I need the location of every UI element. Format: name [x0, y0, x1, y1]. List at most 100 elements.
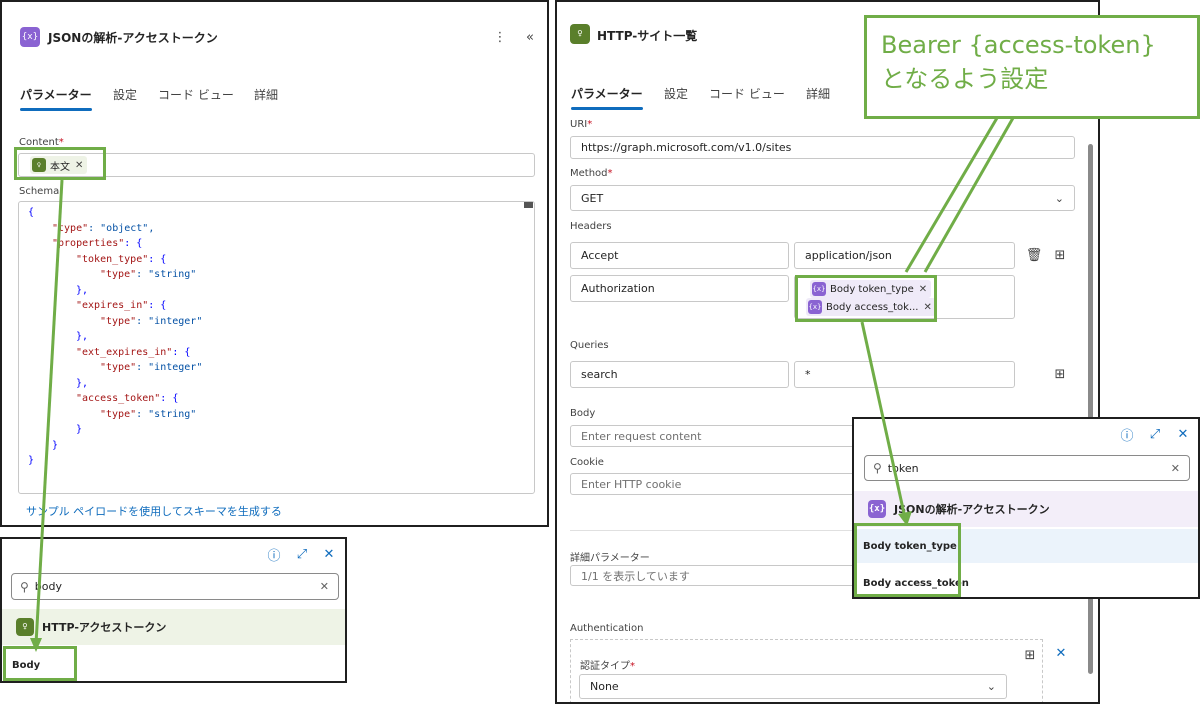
schema-line: } — [28, 438, 202, 454]
method-label: Method* — [570, 168, 613, 179]
highlight-auth-chips — [795, 275, 937, 322]
panel-title: JSONの解析-アクセストークン — [48, 31, 218, 45]
query-key-input[interactable]: search — [570, 361, 789, 388]
schema-value: : "string" — [136, 269, 197, 280]
schema-value: : { — [148, 253, 167, 265]
active-tab-indicator — [20, 108, 92, 111]
add-row-icon[interactable]: ⊞ — [1020, 645, 1040, 665]
close-icon[interactable]: ✕ — [320, 545, 338, 563]
schema-line: } — [28, 422, 202, 438]
search-input[interactable]: ⚲ token ✕ — [864, 455, 1190, 481]
authentication-label: Authentication — [570, 623, 644, 634]
http-action-icon: ♀ — [16, 618, 34, 636]
method-value: GET — [581, 191, 604, 205]
group-label: HTTP-アクセストークン — [42, 621, 167, 634]
schema-line: "properties": { — [28, 236, 202, 252]
info-icon[interactable]: ⓘ — [1118, 425, 1136, 444]
schema-value: } — [28, 455, 35, 466]
queries-label: Queries — [570, 340, 609, 351]
header-value-input[interactable]: application/json — [794, 242, 1015, 269]
annotation-callout: Bearer {access-token} となるよう設定 — [864, 15, 1200, 119]
schema-value: : "integer" — [136, 362, 203, 373]
highlight-body-item — [3, 646, 77, 681]
tab-code-view[interactable]: コード ビュー — [709, 85, 785, 102]
schema-value: } — [52, 439, 59, 451]
search-input[interactable]: ⚲ body ✕ — [11, 573, 339, 600]
schema-line: "type": "integer" — [28, 314, 202, 330]
chevron-down-icon: ⌄ — [986, 680, 996, 693]
schema-line: "access_token": { — [28, 391, 202, 407]
schema-line: "token_type": { — [28, 252, 202, 268]
schema-line: "type": "string" — [28, 407, 202, 423]
clear-search-icon[interactable]: ✕ — [320, 580, 329, 593]
tab-code-view[interactable]: コード ビュー — [158, 86, 234, 103]
schema-value: : { — [148, 300, 167, 311]
schema-line: }, — [28, 283, 202, 299]
more-options-icon[interactable]: ⋮ — [492, 27, 508, 47]
uri-input[interactable]: https://graph.microsoft.com/v1.0/sites — [570, 136, 1075, 159]
tab-settings[interactable]: 設定 — [113, 86, 137, 103]
schema-value: }, — [76, 284, 89, 296]
expand-icon[interactable]: ⤢ — [1146, 425, 1164, 443]
schema-line: }, — [28, 376, 202, 392]
schema-key: "type" — [100, 315, 137, 327]
tab-settings[interactable]: 設定 — [664, 85, 688, 102]
schema-key: "expires_in" — [76, 300, 149, 311]
body-placeholder: Enter request content — [581, 429, 702, 443]
schema-key: "type" — [100, 408, 137, 420]
auth-type-label: 認証タイプ* — [580, 661, 635, 672]
result-group-header: ♀ HTTP-アクセストークン — [2, 609, 345, 645]
highlight-content-chip — [14, 147, 106, 180]
schema-key: "type" — [52, 222, 89, 234]
add-row-icon[interactable]: ⊞ — [1050, 245, 1070, 265]
parse-json-panel: {x} JSONの解析-アクセストークン ⋮ « パラメーター 設定 コード ビ… — [0, 0, 549, 527]
result-group-header: {x} JSONの解析-アクセストークン — [854, 491, 1198, 527]
schema-line: } — [28, 453, 202, 469]
auth-type-value: None — [590, 680, 619, 693]
query-value-input[interactable]: * — [794, 361, 1015, 388]
header-key-input[interactable]: Authorization — [570, 275, 789, 302]
schema-key: "type" — [100, 269, 137, 280]
advanced-parameters-value: 1/1 を表示しています — [581, 569, 690, 583]
schema-line: "type": "object", — [28, 221, 202, 237]
schema-line: { — [28, 205, 202, 221]
schema-value: : { — [172, 346, 191, 358]
delete-icon[interactable]: 🗑 — [1025, 245, 1043, 265]
callout-line-2: となるよう設定 — [881, 65, 1049, 93]
schema-value: }, — [76, 331, 89, 342]
schema-scrollbar[interactable] — [524, 202, 533, 208]
tab-parameters[interactable]: パラメーター — [20, 86, 92, 103]
cookie-placeholder: Enter HTTP cookie — [581, 477, 682, 491]
generate-schema-link[interactable]: サンプル ペイロードを使用してスキーマを生成する — [26, 503, 282, 519]
clear-search-icon[interactable]: ✕ — [1171, 462, 1180, 475]
tab-parameters[interactable]: パラメーター — [571, 85, 643, 102]
schema-label: Schema — [19, 186, 60, 197]
schema-line: }, — [28, 329, 202, 345]
schema-line: "expires_in": { — [28, 298, 202, 314]
tab-details[interactable]: 詳細 — [254, 86, 278, 103]
schema-code[interactable]: {"type": "object", "properties": {"token_… — [28, 205, 202, 469]
schema-key: "type" — [100, 362, 137, 373]
remove-icon[interactable]: ✕ — [1051, 643, 1071, 663]
auth-type-select[interactable]: None ⌄ — [579, 674, 1007, 699]
schema-line: "type": "string" — [28, 267, 202, 283]
schema-key: "token_type" — [76, 253, 149, 265]
panel-title: HTTP-サイト一覧 — [597, 29, 698, 43]
search-icon: ⚲ — [20, 579, 29, 594]
collapse-icon[interactable]: « — [520, 27, 540, 47]
close-icon[interactable]: ✕ — [1174, 425, 1192, 443]
schema-value: : "string" — [136, 408, 197, 420]
schema-key: "properties" — [52, 238, 125, 249]
search-icon: ⚲ — [873, 461, 882, 475]
method-select[interactable]: GET ⌄ — [570, 185, 1075, 211]
group-label: JSONの解析-アクセストークン — [894, 503, 1050, 516]
chevron-down-icon: ⌄ — [1054, 191, 1064, 205]
tab-details[interactable]: 詳細 — [806, 85, 830, 102]
header-key-input[interactable]: Accept — [570, 242, 789, 269]
add-row-icon[interactable]: ⊞ — [1050, 364, 1070, 384]
expand-icon[interactable]: ⤢ — [293, 545, 311, 563]
schema-value: : "integer" — [136, 315, 203, 327]
schema-key: "access_token" — [76, 393, 161, 404]
info-icon[interactable]: ⓘ — [265, 545, 283, 564]
schema-value: : { — [124, 238, 143, 249]
